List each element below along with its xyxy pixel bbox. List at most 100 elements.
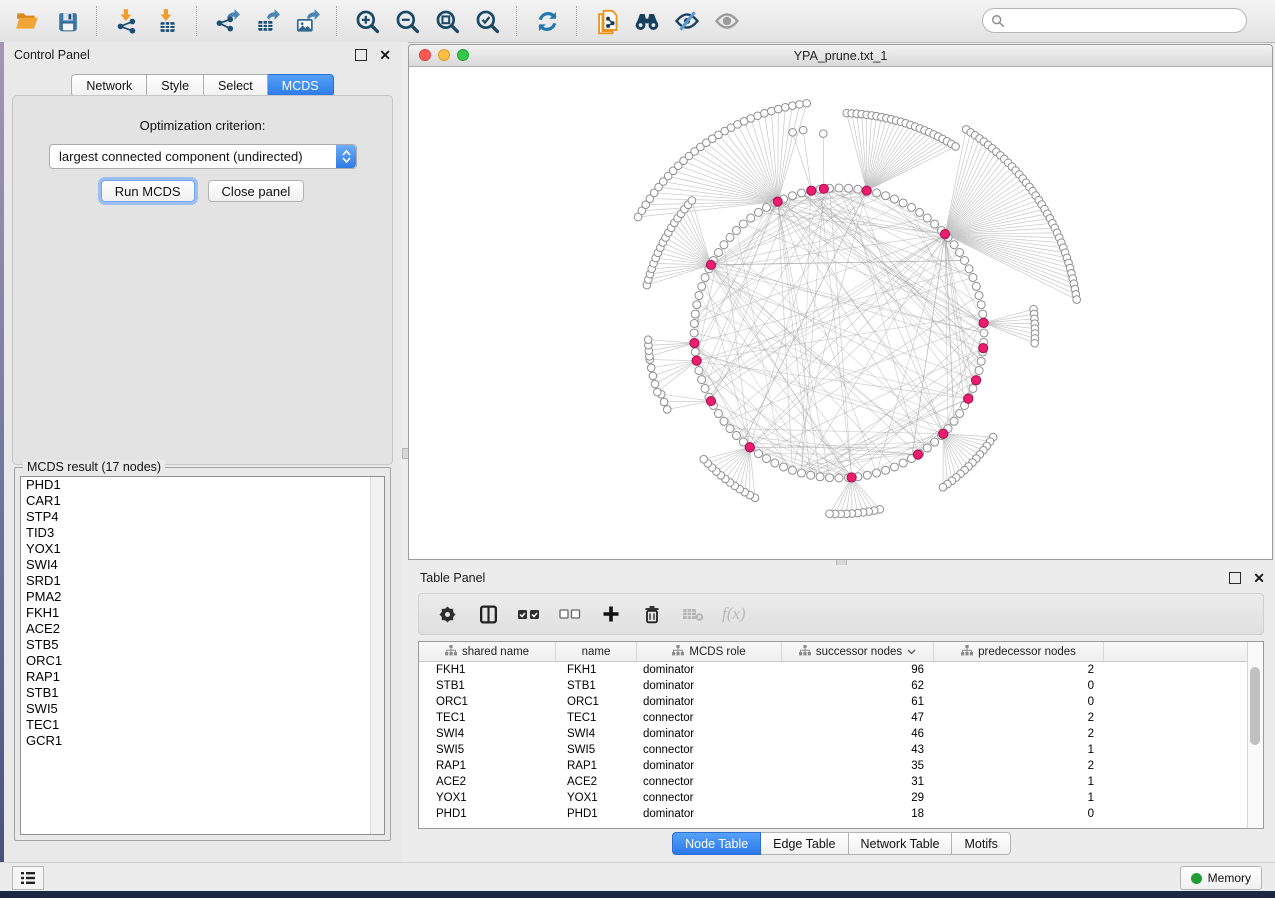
- mcds-result-item[interactable]: ORC1: [21, 653, 384, 669]
- tab-mcds[interactable]: MCDS: [268, 74, 334, 97]
- table-row[interactable]: STB1STB1dominator620: [419, 678, 1263, 694]
- add-column-icon[interactable]: [599, 602, 623, 626]
- deselect-all-icon[interactable]: [558, 602, 582, 626]
- network-node[interactable]: [882, 192, 890, 200]
- network-node[interactable]: [768, 107, 776, 115]
- select-all-icon[interactable]: [517, 602, 541, 626]
- maximize-window-icon[interactable]: [457, 49, 469, 61]
- network-node[interactable]: [690, 329, 698, 337]
- network-node[interactable]: [803, 99, 811, 107]
- network-node[interactable]: [972, 282, 980, 290]
- show-columns-icon[interactable]: [476, 602, 500, 626]
- table-row[interactable]: SWI5SWI5connector431: [419, 742, 1263, 758]
- network-node[interactable]: [977, 357, 985, 365]
- network-node[interactable]: [789, 102, 797, 110]
- network-node[interactable]: [788, 466, 796, 474]
- run-mcds-button[interactable]: Run MCDS: [101, 180, 195, 202]
- tab-node-table[interactable]: Node Table: [672, 832, 761, 855]
- mcds-result-item[interactable]: YOX1: [21, 541, 384, 557]
- network-node[interactable]: [956, 410, 964, 418]
- import-table-icon[interactable]: [152, 6, 182, 36]
- network-node[interactable]: [701, 274, 709, 282]
- export-network-icon[interactable]: [212, 6, 242, 36]
- network-node[interactable]: [799, 126, 807, 134]
- network-node[interactable]: [714, 248, 722, 256]
- network-node[interactable]: [691, 310, 699, 318]
- network-node[interactable]: [797, 189, 805, 197]
- float-panel-icon[interactable]: [1229, 572, 1241, 584]
- network-node[interactable]: [899, 459, 907, 467]
- network-node[interactable]: [882, 466, 890, 474]
- search-network-icon[interactable]: [632, 6, 662, 36]
- network-hub-node[interactable]: [692, 356, 701, 365]
- close-window-icon[interactable]: [419, 49, 431, 61]
- network-node[interactable]: [923, 444, 931, 452]
- network-node[interactable]: [797, 469, 805, 477]
- table-row[interactable]: YOX1YOX1connector291: [419, 790, 1263, 806]
- network-node[interactable]: [789, 128, 797, 136]
- network-hub-node[interactable]: [972, 376, 981, 385]
- network-window-titlebar[interactable]: YPA_prune.txt_1: [409, 45, 1272, 67]
- network-node[interactable]: [965, 265, 973, 273]
- search-input[interactable]: [1005, 13, 1246, 29]
- network-node[interactable]: [796, 101, 804, 109]
- network-node[interactable]: [908, 203, 916, 211]
- network-node[interactable]: [780, 463, 788, 471]
- network-node[interactable]: [975, 367, 983, 375]
- save-icon[interactable]: [52, 6, 82, 36]
- network-hub-node[interactable]: [940, 230, 949, 239]
- tab-select[interactable]: Select: [204, 74, 268, 97]
- network-node[interactable]: [844, 184, 852, 192]
- vertical-splitter[interactable]: [401, 42, 408, 862]
- network-node[interactable]: [700, 455, 708, 463]
- network-node[interactable]: [1073, 296, 1081, 304]
- network-hub-node[interactable]: [773, 197, 782, 206]
- tab-network[interactable]: Network: [71, 74, 147, 97]
- mcds-result-item[interactable]: CAR1: [21, 493, 384, 509]
- network-node[interactable]: [816, 473, 824, 481]
- network-node[interactable]: [826, 510, 834, 518]
- network-node[interactable]: [788, 192, 796, 200]
- table-row[interactable]: SWI4SWI4dominator462: [419, 726, 1263, 742]
- network-hub-node[interactable]: [706, 260, 715, 269]
- network-hub-node[interactable]: [913, 450, 922, 459]
- network-hub-node[interactable]: [847, 473, 856, 482]
- network-node[interactable]: [649, 372, 657, 380]
- column-header-successor-nodes[interactable]: successor nodes: [782, 642, 934, 661]
- mcds-result-item[interactable]: ACE2: [21, 621, 384, 637]
- zoom-selected-icon[interactable]: [472, 6, 502, 36]
- network-node[interactable]: [854, 185, 862, 193]
- network-node[interactable]: [754, 450, 762, 458]
- network-node[interactable]: [961, 257, 969, 265]
- close-panel-icon[interactable]: ✕: [379, 50, 391, 60]
- network-node[interactable]: [732, 226, 740, 234]
- mcds-result-item[interactable]: TEC1: [21, 717, 384, 733]
- table-row[interactable]: RAP1RAP1dominator352: [419, 758, 1263, 774]
- network-node[interactable]: [763, 455, 771, 463]
- network-hub-node[interactable]: [964, 394, 973, 403]
- network-node[interactable]: [739, 220, 747, 228]
- scrollbar-thumb[interactable]: [1250, 667, 1260, 745]
- network-node[interactable]: [826, 474, 834, 482]
- mcds-list-scrollbar[interactable]: [370, 477, 384, 834]
- network-node[interactable]: [691, 348, 699, 356]
- close-panel-button[interactable]: Close panel: [208, 180, 305, 202]
- export-document-icon[interactable]: [592, 6, 622, 36]
- network-hub-node[interactable]: [862, 186, 871, 195]
- network-canvas[interactable]: [409, 67, 1270, 558]
- table-row[interactable]: PHD1PHD1dominator180: [419, 806, 1263, 822]
- network-node[interactable]: [754, 208, 762, 216]
- network-node[interactable]: [890, 463, 898, 471]
- zoom-fit-icon[interactable]: [432, 6, 462, 36]
- table-row[interactable]: ORC1ORC1dominator610: [419, 694, 1263, 710]
- mcds-result-item[interactable]: GCR1: [21, 733, 384, 749]
- table-row[interactable]: ACE2ACE2connector311: [419, 774, 1263, 790]
- table-settings-gear-icon[interactable]: [435, 602, 459, 626]
- network-node[interactable]: [763, 203, 771, 211]
- network-hub-node[interactable]: [979, 318, 988, 327]
- column-header-name[interactable]: name: [556, 642, 637, 661]
- network-hub-node[interactable]: [819, 184, 828, 193]
- network-node[interactable]: [726, 233, 734, 241]
- network-hub-node[interactable]: [807, 186, 816, 195]
- mcds-result-item[interactable]: SWI5: [21, 701, 384, 717]
